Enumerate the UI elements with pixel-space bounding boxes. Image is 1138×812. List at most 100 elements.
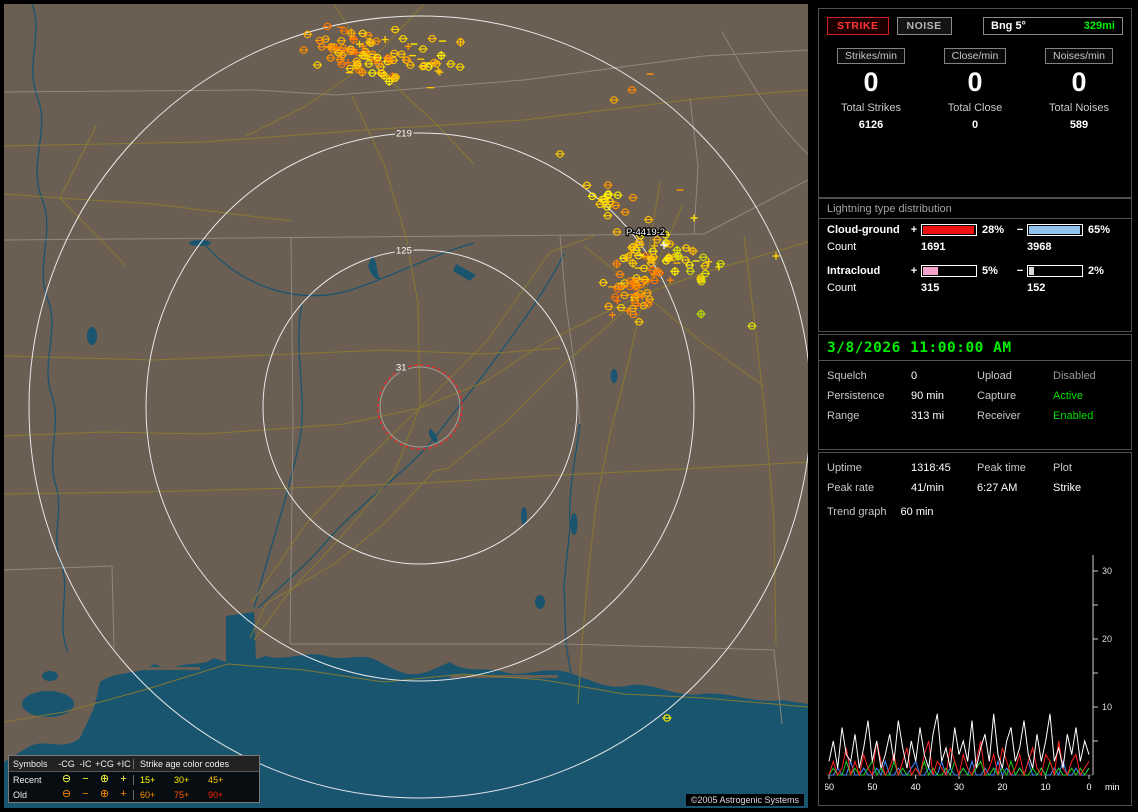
intracloud-label: Intracloud (827, 265, 881, 277)
intracloud-count-row: Count 315 152 (819, 277, 1131, 294)
uptime-value: 1318:45 (911, 462, 951, 474)
status-panel: 3/8/2026 11:00:00 AM Squelch 0 Upload Di… (818, 334, 1132, 450)
strike-legend: Symbols -CG -IC +CG +IC Strike age color… (8, 755, 260, 803)
trend-graph-label: Trend graph (827, 506, 887, 518)
range-value: 313 mi (911, 410, 945, 422)
capture-status: Active (1053, 390, 1083, 402)
distribution-panel: Lightning type distribution Cloud-ground… (818, 198, 1132, 332)
ic-minus-bar (1027, 265, 1083, 277)
legend-col-cg-neg: -CG (58, 758, 75, 769)
plot-value: Strike (1053, 482, 1082, 494)
svg-text:10: 10 (1041, 782, 1051, 792)
distribution-title: Lightning type distribution (819, 199, 1131, 219)
cg-plus-percent: 28% (982, 224, 1005, 236)
counters-panel: STRIKE NOISE Bng 5° 329mi Strikes/min Cl… (818, 8, 1132, 198)
legend-row-old: Old ⊖ − ⊕ + 60+ 75+ 90+ (9, 787, 259, 802)
svg-text:0: 0 (1086, 782, 1091, 792)
noise-mode-button[interactable]: NOISE (896, 17, 952, 35)
cg-plus-count: 1691 (921, 241, 946, 253)
cg-minus-count: 3968 (1027, 241, 1052, 253)
svg-text:20: 20 (1102, 634, 1112, 644)
copyright-text: ©2005 Astrogenic Systems (685, 794, 804, 806)
capture-label: Capture (977, 390, 1017, 402)
peak-rate-label: Peak rate (827, 482, 875, 494)
legend-col-cg-pos: +CG (95, 758, 114, 769)
ic-minus-percent: 2% (1088, 265, 1104, 277)
ic-plus-icon: + (120, 788, 127, 800)
receiver-label: Receiver (977, 410, 1021, 422)
age-code-30: 30+ (174, 774, 190, 785)
svg-text:30: 30 (954, 782, 964, 792)
count-label: Count (827, 282, 857, 294)
svg-text:P-4419-2: P-4419-2 (626, 227, 665, 238)
legend-age-title: Strike age color codes (133, 758, 255, 769)
persistence-value: 90 min (911, 390, 945, 402)
legend-recent-label: Recent (13, 774, 42, 785)
close-per-min-header[interactable]: Close/min (943, 48, 1007, 64)
total-close-value: 0 (971, 119, 979, 131)
plus-sign: + (910, 265, 918, 277)
ic-plus-bar (921, 265, 977, 277)
peak-time-value: 6:27 AM (977, 482, 1018, 494)
svg-text:40: 40 (911, 782, 921, 792)
legend-old-label: Old (13, 789, 28, 800)
squelch-label: Squelch (827, 370, 867, 382)
total-strikes-value: 6126 (858, 119, 884, 131)
svg-text:219: 219 (396, 129, 412, 140)
range-label: Range (827, 410, 860, 422)
upload-label: Upload (977, 370, 1012, 382)
svg-text:125: 125 (396, 246, 412, 257)
ic-minus-icon: − (82, 788, 89, 800)
legend-header-row: Symbols -CG -IC +CG +IC Strike age color… (9, 756, 259, 772)
plot-label: Plot (1053, 462, 1072, 474)
bearing-value: Bng 5° (991, 20, 1026, 32)
strike-mode-button[interactable]: STRIKE (827, 17, 889, 35)
noises-per-min-header[interactable]: Noises/min (1045, 48, 1113, 64)
map-view[interactable]: 31 125 219 P-4419-2 Symbols -CG -IC +CG +IC… (4, 4, 808, 808)
total-close-label: Total Close (947, 102, 1003, 114)
legend-symbols-title: Symbols (13, 758, 48, 769)
svg-text:50: 50 (867, 782, 877, 792)
svg-text:31: 31 (396, 363, 407, 374)
strikes-per-min-header[interactable]: Strikes/min (837, 48, 905, 64)
upload-status: Disabled (1053, 370, 1096, 382)
cloud-ground-row: Cloud-ground + 28% − 65% (819, 219, 1131, 236)
age-code-45: 45+ (208, 774, 224, 785)
legend-row-recent: Recent ⊖ − ⊕ + 15+ 30+ 45+ (9, 772, 259, 787)
stats-panel: Uptime 1318:45 Peak time Plot Peak rate … (818, 452, 1132, 806)
range-value: 329mi (1083, 20, 1115, 32)
map-canvas: 31 125 219 P-4419-2 (4, 4, 808, 808)
persistence-label: Persistence (827, 390, 885, 402)
trend-graph-window: 60 min (900, 506, 934, 518)
intracloud-row: Intracloud + 5% − 2% (819, 260, 1131, 277)
total-noises-value: 589 (1069, 119, 1089, 131)
svg-text:60: 60 (825, 782, 834, 792)
svg-text:30: 30 (1102, 566, 1112, 576)
total-strikes-label: Total Strikes (841, 102, 901, 114)
uptime-label: Uptime (827, 462, 862, 474)
noises-per-min-value: 0 (1071, 67, 1087, 97)
age-code-60: 60+ (140, 789, 156, 800)
age-code-90: 90+ (208, 789, 224, 800)
total-noises-label: Total Noises (1049, 102, 1109, 114)
ic-minus-count: 152 (1027, 282, 1046, 294)
cg-minus-percent: 65% (1088, 224, 1111, 236)
trend-graph: 10 20 30 60 50 40 30 20 10 0 min (825, 555, 1120, 792)
legend-col-ic-pos: +IC (116, 758, 131, 769)
cg-minus-bar (1027, 224, 1083, 236)
cg-plus-bar (921, 224, 977, 236)
ic-plus-icon: + (120, 773, 127, 785)
svg-text:10: 10 (1102, 702, 1112, 712)
cg-minus-icon: ⊖ (61, 773, 72, 785)
side-panel: STRIKE NOISE Bng 5° 329mi Strikes/min Cl… (812, 0, 1138, 812)
receiver-status: Enabled (1053, 410, 1094, 422)
strikes-per-min-value: 0 (863, 67, 879, 97)
age-code-75: 75+ (174, 789, 190, 800)
cloud-ground-label: Cloud-ground (827, 224, 900, 236)
app-window: 31 125 219 P-4419-2 Symbols -CG -IC +CG +IC… (0, 0, 1138, 812)
cg-plus-icon: ⊕ (99, 788, 110, 800)
bearing-range-display: Bng 5° 329mi (983, 17, 1123, 35)
plus-sign: + (910, 224, 918, 236)
count-label: Count (827, 241, 857, 253)
squelch-value: 0 (911, 370, 918, 382)
